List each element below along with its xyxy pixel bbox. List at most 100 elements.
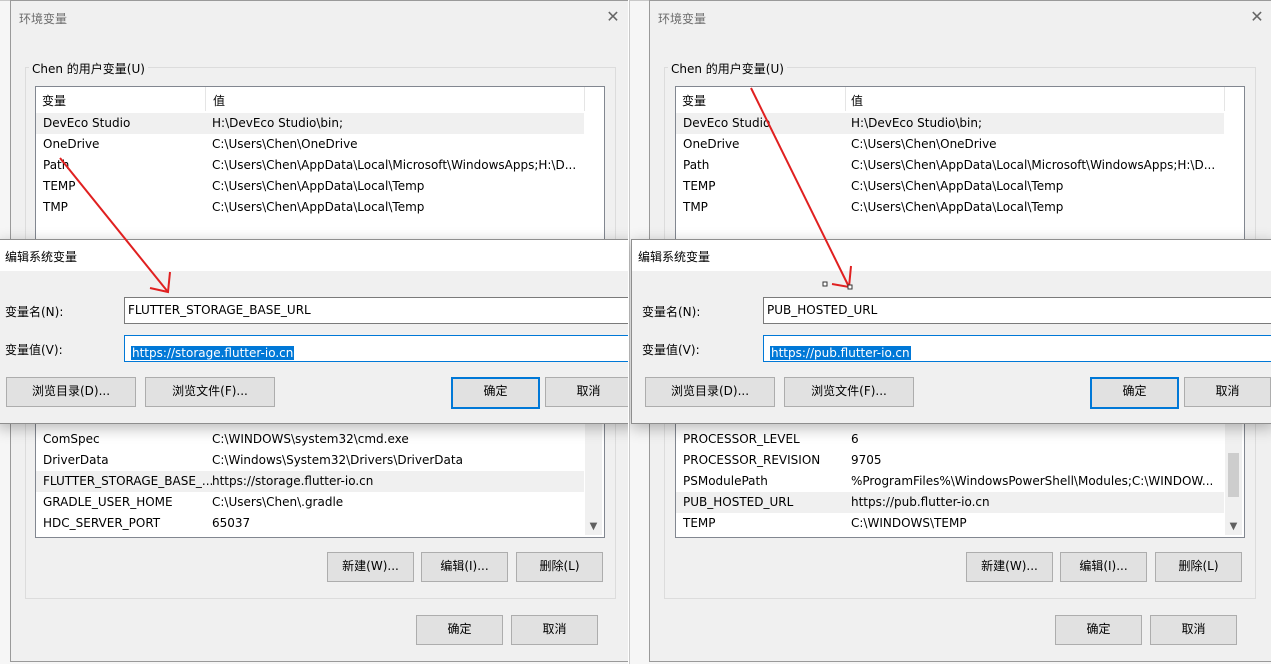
var-value: https://storage.flutter-io.cn xyxy=(212,474,374,488)
var-value: C:\Users\Chen\OneDrive xyxy=(212,137,358,151)
list-row[interactable]: PROCESSOR_LEVEL 6 xyxy=(676,429,1224,450)
list-row[interactable]: TEMP C:\WINDOWS\TEMP xyxy=(676,513,1224,534)
variable-name-input[interactable]: FLUTTER_STORAGE_BASE_URL xyxy=(124,297,628,324)
list-row[interactable]: Path C:\Users\Chen\AppData\Local\Microso… xyxy=(36,155,584,176)
user-vars-list[interactable]: 变量 值 DevEco Studio H:\DevEco Studio\bin;… xyxy=(675,86,1245,248)
column-divider xyxy=(845,87,846,111)
column-header-value[interactable]: 值 xyxy=(851,92,863,109)
var-value: C:\Users\Chen\AppData\Local\Temp xyxy=(851,200,1064,214)
browse-file-button[interactable]: 浏览文件(F)... xyxy=(784,377,914,407)
var-name: TMP xyxy=(43,200,68,214)
list-row[interactable]: PROCESSOR_REVISION 9705 xyxy=(676,450,1224,471)
var-value: C:\Users\Chen\AppData\Local\Temp xyxy=(212,200,425,214)
cancel-button[interactable]: 取消 xyxy=(511,615,598,645)
list-row[interactable]: PSModulePath %ProgramFiles%\WindowsPower… xyxy=(676,471,1224,492)
ok-button[interactable]: 确定 xyxy=(416,615,503,645)
list-row[interactable]: GRADLE_USER_HOME C:\Users\Chen\.gradle xyxy=(36,492,584,513)
edit-dialog-title: 编辑系统变量 xyxy=(638,250,711,264)
var-name: ComSpec xyxy=(43,432,100,446)
edit-ok-button[interactable]: 确定 xyxy=(1090,377,1179,409)
var-value: 6 xyxy=(851,432,859,446)
column-header-variable[interactable]: 变量 xyxy=(42,92,66,109)
list-row[interactable]: FLUTTER_STORAGE_BASE_... https://storage… xyxy=(36,471,584,492)
list-row[interactable]: OneDrive C:\Users\Chen\OneDrive xyxy=(36,134,584,155)
list-row[interactable]: Path C:\Users\Chen\AppData\Local\Microso… xyxy=(676,155,1224,176)
var-name: TEMP xyxy=(43,179,76,193)
list-row[interactable]: DevEco Studio H:\DevEco Studio\bin; xyxy=(36,113,584,134)
delete-button[interactable]: 删除(L) xyxy=(1155,552,1242,582)
var-name: PROCESSOR_REVISION xyxy=(683,453,821,467)
scroll-down-icon[interactable]: ▼ xyxy=(1225,518,1242,535)
list-row[interactable]: OneDrive C:\Users\Chen\OneDrive xyxy=(676,134,1224,155)
column-divider xyxy=(205,87,206,111)
user-vars-header: 变量 值 xyxy=(36,87,604,111)
edit-dialog-titlebar: 编辑系统变量 xyxy=(632,240,1271,271)
var-value: H:\DevEco Studio\bin; xyxy=(212,116,344,130)
left-screenshot-panel: 环境变量 ✕ Chen 的用户变量(U) 变量 值 DevEco Studio … xyxy=(0,0,628,664)
list-row[interactable]: TMP C:\Users\Chen\AppData\Local\Temp xyxy=(36,197,584,218)
new-button[interactable]: 新建(W)... xyxy=(966,552,1053,582)
scrollbar-thumb[interactable] xyxy=(1228,453,1239,497)
column-divider xyxy=(584,87,585,111)
edit-ok-button[interactable]: 确定 xyxy=(451,377,540,409)
user-vars-header: 变量 值 xyxy=(676,87,1244,111)
close-icon[interactable]: ✕ xyxy=(1248,8,1266,26)
var-name: FLUTTER_STORAGE_BASE_... xyxy=(43,474,214,488)
variable-value-input[interactable]: https://pub.flutter-io.cn xyxy=(763,335,1271,362)
env-dialog-title: 环境变量 xyxy=(658,12,707,26)
edit-cancel-button[interactable]: 取消 xyxy=(1184,377,1271,407)
variable-name-text: FLUTTER_STORAGE_BASE_URL xyxy=(128,303,311,317)
list-row[interactable]: TEMP C:\Users\Chen\AppData\Local\Temp xyxy=(676,176,1224,197)
user-vars-list[interactable]: 变量 值 DevEco Studio H:\DevEco Studio\bin;… xyxy=(35,86,605,248)
delete-button[interactable]: 删除(L) xyxy=(516,552,603,582)
var-name: HDC_SERVER_PORT xyxy=(43,516,161,530)
edit-system-variable-dialog: 编辑系统变量 变量名(N): FLUTTER_STORAGE_BASE_URL … xyxy=(0,239,628,424)
vertical-scrollbar[interactable]: ▼ xyxy=(1225,409,1242,535)
env-titlebar: 环境变量 ✕ xyxy=(11,1,628,33)
vertical-scrollbar[interactable]: ▼ xyxy=(585,409,602,535)
column-header-variable[interactable]: 变量 xyxy=(682,92,706,109)
list-row[interactable]: PUB_HOSTED_URL https://pub.flutter-io.cn xyxy=(676,492,1224,513)
edit-dialog-titlebar: 编辑系统变量 xyxy=(0,240,628,271)
cancel-button[interactable]: 取消 xyxy=(1150,615,1237,645)
browse-directory-button[interactable]: 浏览目录(D)... xyxy=(645,377,775,407)
var-name: PROCESSOR_LEVEL xyxy=(683,432,800,446)
var-name: Path xyxy=(43,158,70,172)
var-name: PSModulePath xyxy=(683,474,768,488)
new-button[interactable]: 新建(W)... xyxy=(327,552,414,582)
browse-directory-button[interactable]: 浏览目录(D)... xyxy=(6,377,136,407)
list-row[interactable]: DevEco Studio H:\DevEco Studio\bin; xyxy=(676,113,1224,134)
var-name: TMP xyxy=(683,200,708,214)
scroll-down-icon[interactable]: ▼ xyxy=(585,518,602,535)
edit-button[interactable]: 编辑(I)... xyxy=(421,552,508,582)
user-vars-group-label: Chen 的用户变量(U) xyxy=(29,60,148,77)
variable-name-input[interactable]: PUB_HOSTED_URL xyxy=(763,297,1271,324)
selected-text: https://pub.flutter-io.cn xyxy=(770,346,911,360)
edit-button[interactable]: 编辑(I)... xyxy=(1060,552,1147,582)
close-icon[interactable]: ✕ xyxy=(604,8,622,26)
var-name: PUB_HOSTED_URL xyxy=(683,495,794,509)
selected-text: https://storage.flutter-io.cn xyxy=(131,346,295,360)
list-row[interactable]: TMP C:\Users\Chen\AppData\Local\Temp xyxy=(676,197,1224,218)
system-vars-list[interactable]: ComSpec C:\WINDOWS\system32\cmd.exe Driv… xyxy=(35,408,605,538)
var-name: TEMP xyxy=(683,179,716,193)
edit-cancel-button[interactable]: 取消 xyxy=(545,377,628,407)
variable-value-input[interactable]: https://storage.flutter-io.cn xyxy=(124,335,628,362)
variable-name-text: PUB_HOSTED_URL xyxy=(767,303,878,317)
list-row[interactable]: TEMP C:\Users\Chen\AppData\Local\Temp xyxy=(36,176,584,197)
var-name: OneDrive xyxy=(683,137,740,151)
var-name: DevEco Studio xyxy=(683,116,771,130)
variable-value-label: 变量值(V): xyxy=(642,343,700,357)
browse-file-button[interactable]: 浏览文件(F)... xyxy=(145,377,275,407)
list-row[interactable]: DriverData C:\Windows\System32\Drivers\D… xyxy=(36,450,584,471)
ok-button[interactable]: 确定 xyxy=(1055,615,1142,645)
edit-dialog-title: 编辑系统变量 xyxy=(5,250,78,264)
system-vars-list[interactable]: PROCESSOR_LEVEL 6 PROCESSOR_REVISION 970… xyxy=(675,408,1245,538)
var-value: C:\WINDOWS\TEMP xyxy=(851,516,967,530)
list-row[interactable]: HDC_SERVER_PORT 65037 xyxy=(36,513,584,534)
column-header-value[interactable]: 值 xyxy=(213,92,225,109)
env-dialog-title: 环境变量 xyxy=(19,12,68,26)
list-row[interactable]: ComSpec C:\WINDOWS\system32\cmd.exe xyxy=(36,429,584,450)
var-name: GRADLE_USER_HOME xyxy=(43,495,173,509)
edit-system-variable-dialog: 编辑系统变量 变量名(N): PUB_HOSTED_URL 变量值(V): ht… xyxy=(631,239,1271,424)
